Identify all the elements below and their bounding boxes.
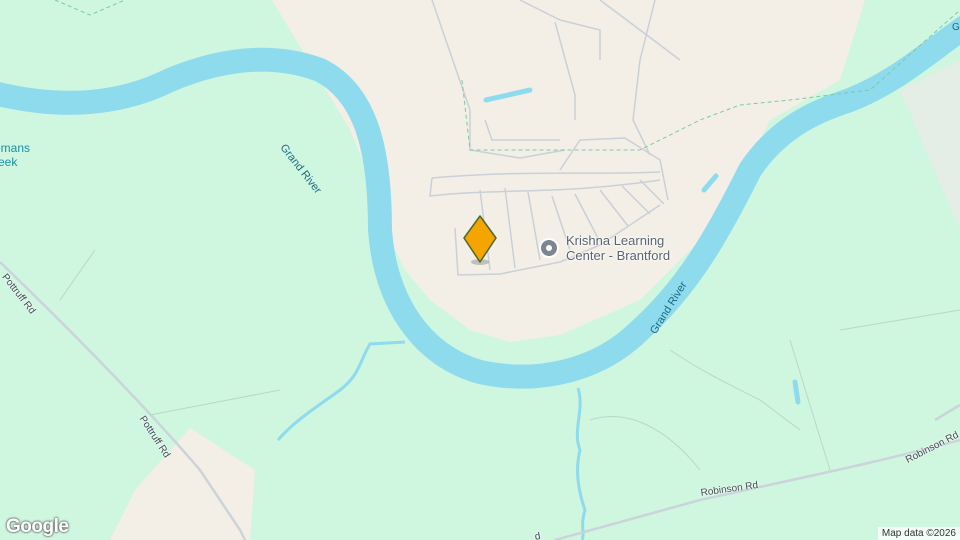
map-attribution: Map data ©2026 [877,526,960,540]
poi-label-line-2[interactable]: Center - Brantford [566,248,670,264]
place-pin-icon[interactable] [539,238,559,258]
map-basemap [0,0,960,540]
map-canvas[interactable]: Krishna Learning Center - Brantford eman… [0,0,960,540]
google-logo: Google [6,516,69,537]
river-label-edge: G [952,22,960,33]
creek-label: emans reek [0,141,31,169]
poi-label-line-1[interactable]: Krishna Learning [566,233,670,249]
poi-label[interactable]: Krishna Learning Center - Brantford [566,233,670,264]
pond-south [792,379,801,405]
